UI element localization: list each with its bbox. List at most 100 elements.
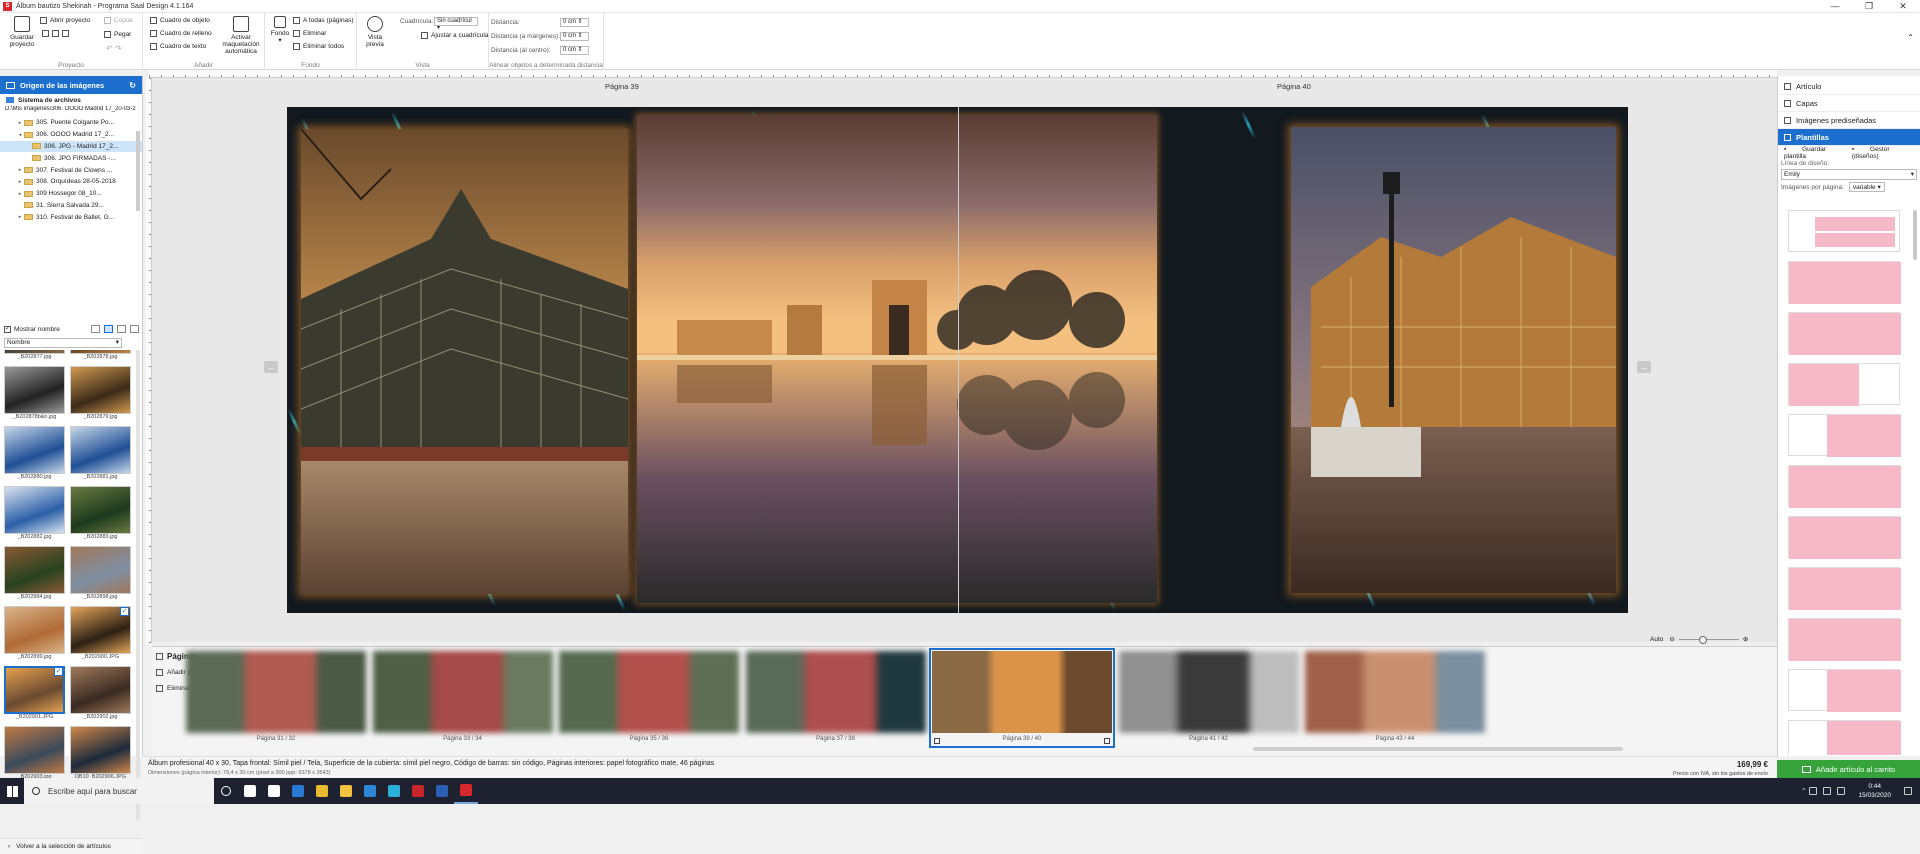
- layout-icon[interactable]: [1104, 738, 1110, 744]
- image-thumbnail[interactable]: _B202877.jpg: [4, 350, 65, 362]
- design-manager-button[interactable]: ▪ Gestor (diseños): [1852, 146, 1906, 160]
- taskbar-app[interactable]: [382, 778, 406, 804]
- add-to-cart-button[interactable]: Añadir artículo al carrito: [1777, 760, 1920, 778]
- right-panel-item[interactable]: Capas: [1778, 95, 1920, 112]
- image-thumbnail[interactable]: _B202902.jpg: [70, 666, 131, 722]
- view-list-icon[interactable]: [130, 325, 139, 333]
- layout-template[interactable]: [1788, 363, 1900, 406]
- grid-select[interactable]: Sin cuadrícul ▾: [434, 17, 478, 31]
- expand-toggle-icon[interactable]: ▸: [16, 120, 24, 126]
- auto-layout-button[interactable]: Activar maquetación automática: [220, 16, 262, 55]
- photo-left[interactable]: [301, 129, 628, 594]
- expand-toggle-icon[interactable]: ▸: [16, 214, 24, 220]
- image-thumbnail[interactable]: _B202878.jpg: [70, 350, 131, 362]
- page-thumbnail[interactable]: Página 35 / 36: [559, 651, 739, 745]
- layout-template[interactable]: [1788, 312, 1901, 355]
- photo-right[interactable]: [1291, 127, 1616, 593]
- folder-tree-item[interactable]: ▸ 307. Festival de Clowns ...: [0, 164, 142, 176]
- image-thumbnail[interactable]: _B202901.JPG ✓: [4, 666, 65, 722]
- page-thumbnail[interactable]: Página 43 / 44: [1305, 651, 1485, 745]
- image-thumbnail[interactable]: DB10_B202906.JPG: [70, 726, 131, 782]
- show-name-checkbox[interactable]: [4, 325, 11, 333]
- minimize-button[interactable]: —: [1818, 1, 1852, 12]
- start-button[interactable]: [0, 778, 24, 804]
- right-panel-item[interactable]: Artículo: [1778, 78, 1920, 95]
- network-icon[interactable]: [1809, 787, 1818, 795]
- page-thumbnail[interactable]: Página 31 / 32: [186, 651, 366, 745]
- folder-tree-item[interactable]: 306. JPG FIRMADAS -...: [0, 152, 142, 164]
- page-thumbnail[interactable]: Página 41 / 42: [1118, 651, 1299, 745]
- tray-expand-icon[interactable]: ⌃: [1801, 787, 1806, 795]
- prev-page-arrow[interactable]: ←: [264, 361, 278, 373]
- image-thumbnail[interactable]: _B202878b&n.jpg: [4, 366, 65, 422]
- background-button[interactable]: Fondo ▾: [269, 16, 291, 44]
- image-thumbnail[interactable]: _B202879.jpg: [70, 366, 131, 422]
- distance-center-input[interactable]: 0 cm ⇕: [560, 46, 589, 55]
- templates-scrollbar[interactable]: [1913, 210, 1917, 260]
- expand-toggle-icon[interactable]: ▸: [16, 167, 24, 173]
- image-thumbnail[interactable]: _B202882.jpg: [4, 486, 65, 542]
- image-thumbnail[interactable]: _B202881.jpg: [70, 426, 131, 482]
- taskbar-app[interactable]: [262, 778, 286, 804]
- distance-input[interactable]: 0 cm ⇕: [560, 18, 589, 27]
- open-project-button[interactable]: Abrir proyecto: [40, 17, 90, 24]
- layout-template[interactable]: [1788, 669, 1901, 712]
- folder-tree-item[interactable]: ▸ 305. Puente Colgante Po...: [0, 117, 142, 129]
- snap-to-grid-checkbox[interactable]: Ajustar a cuadrícula: [421, 32, 488, 39]
- view-small-icon[interactable]: [117, 325, 126, 333]
- layout-template[interactable]: [1788, 720, 1901, 755]
- zoom-slider[interactable]: [1678, 635, 1739, 644]
- sort-select[interactable]: Nombre ▾: [4, 338, 122, 348]
- image-thumbnail[interactable]: _B202880.jpg: [4, 426, 65, 482]
- image-thumbnail[interactable]: _B202900.JPG ✓: [70, 606, 131, 662]
- folder-tree-item[interactable]: 31. Sierra Salvada 29...: [0, 200, 142, 212]
- thumbs-scrollbar[interactable]: [136, 350, 140, 820]
- layout-template[interactable]: [1788, 210, 1900, 252]
- view-medium-icon[interactable]: [104, 325, 113, 333]
- zoom-label[interactable]: Auto: [1650, 636, 1663, 643]
- expand-toggle-icon[interactable]: ▸: [16, 179, 24, 185]
- pages-scrollbar[interactable]: [1253, 747, 1623, 751]
- zoom-out-icon[interactable]: ⊖: [1669, 635, 1674, 643]
- taskbar-app[interactable]: [238, 778, 262, 804]
- save-project-button[interactable]: Guardar proyecto: [4, 16, 40, 48]
- image-thumbnail[interactable]: _B202898.jpg: [70, 546, 131, 602]
- expand-toggle-icon[interactable]: ◂: [16, 132, 24, 138]
- taskbar-app[interactable]: [334, 778, 358, 804]
- photo-center[interactable]: [637, 115, 1157, 603]
- taskbar-app[interactable]: [310, 778, 334, 804]
- copy-button[interactable]: Copiar: [104, 17, 133, 24]
- folder-tree-item[interactable]: ▸ 309 Hossegor 08_10...: [0, 188, 142, 200]
- undo-icon[interactable]: ↶: [106, 44, 113, 53]
- fill-box-button[interactable]: Cuadro de relleno: [150, 30, 212, 37]
- undo-redo[interactable]: ↶ ↷: [106, 44, 122, 53]
- right-panel-item[interactable]: Imágenes prediseñadas: [1778, 112, 1920, 129]
- text-box-button[interactable]: Cuadro de texto: [150, 43, 206, 50]
- layout-template[interactable]: [1788, 567, 1901, 610]
- page-thumbnail[interactable]: Página 39 / 40: [929, 648, 1115, 748]
- page-thumbnail[interactable]: Página 33 / 34: [372, 651, 553, 745]
- folder-tree-item[interactable]: ▸ 308. Orquídeas 28-05-2018: [0, 176, 142, 188]
- clock[interactable]: 0:44 15/03/2020: [1858, 782, 1891, 800]
- design-line-select[interactable]: Emily ▾: [1781, 169, 1917, 180]
- paste-button[interactable]: Pegar: [104, 31, 131, 38]
- trash-icon[interactable]: [934, 738, 940, 744]
- zoom-in-icon[interactable]: ⊕: [1743, 635, 1748, 643]
- volume-icon[interactable]: [1823, 787, 1832, 795]
- tree-scrollbar[interactable]: [136, 131, 140, 211]
- page-tools[interactable]: [42, 30, 72, 37]
- image-thumbnail[interactable]: _B202884.jpg: [4, 546, 65, 602]
- redo-icon[interactable]: ↷: [115, 44, 122, 53]
- image-thumbnail[interactable]: _B202883.jpg: [70, 486, 131, 542]
- apply-all-pages-button[interactable]: A todas (páginas): [293, 17, 354, 24]
- language-icon[interactable]: [1837, 787, 1846, 795]
- folder-tree-item[interactable]: ▸ 310. Festival de Ballet, G...: [0, 211, 142, 223]
- layout-template[interactable]: [1788, 618, 1901, 661]
- taskbar-app[interactable]: [358, 778, 382, 804]
- layout-template[interactable]: [1788, 516, 1901, 559]
- folder-tree-item[interactable]: ◂ 306. OOOO Madrid 17_2...: [0, 129, 142, 141]
- notifications-icon[interactable]: [1904, 787, 1912, 795]
- page-thumbnail[interactable]: Página 37 / 38: [745, 651, 926, 745]
- save-template-button[interactable]: ▪ Guardar plantilla: [1784, 146, 1838, 160]
- preview-button[interactable]: Vista previa: [362, 16, 388, 48]
